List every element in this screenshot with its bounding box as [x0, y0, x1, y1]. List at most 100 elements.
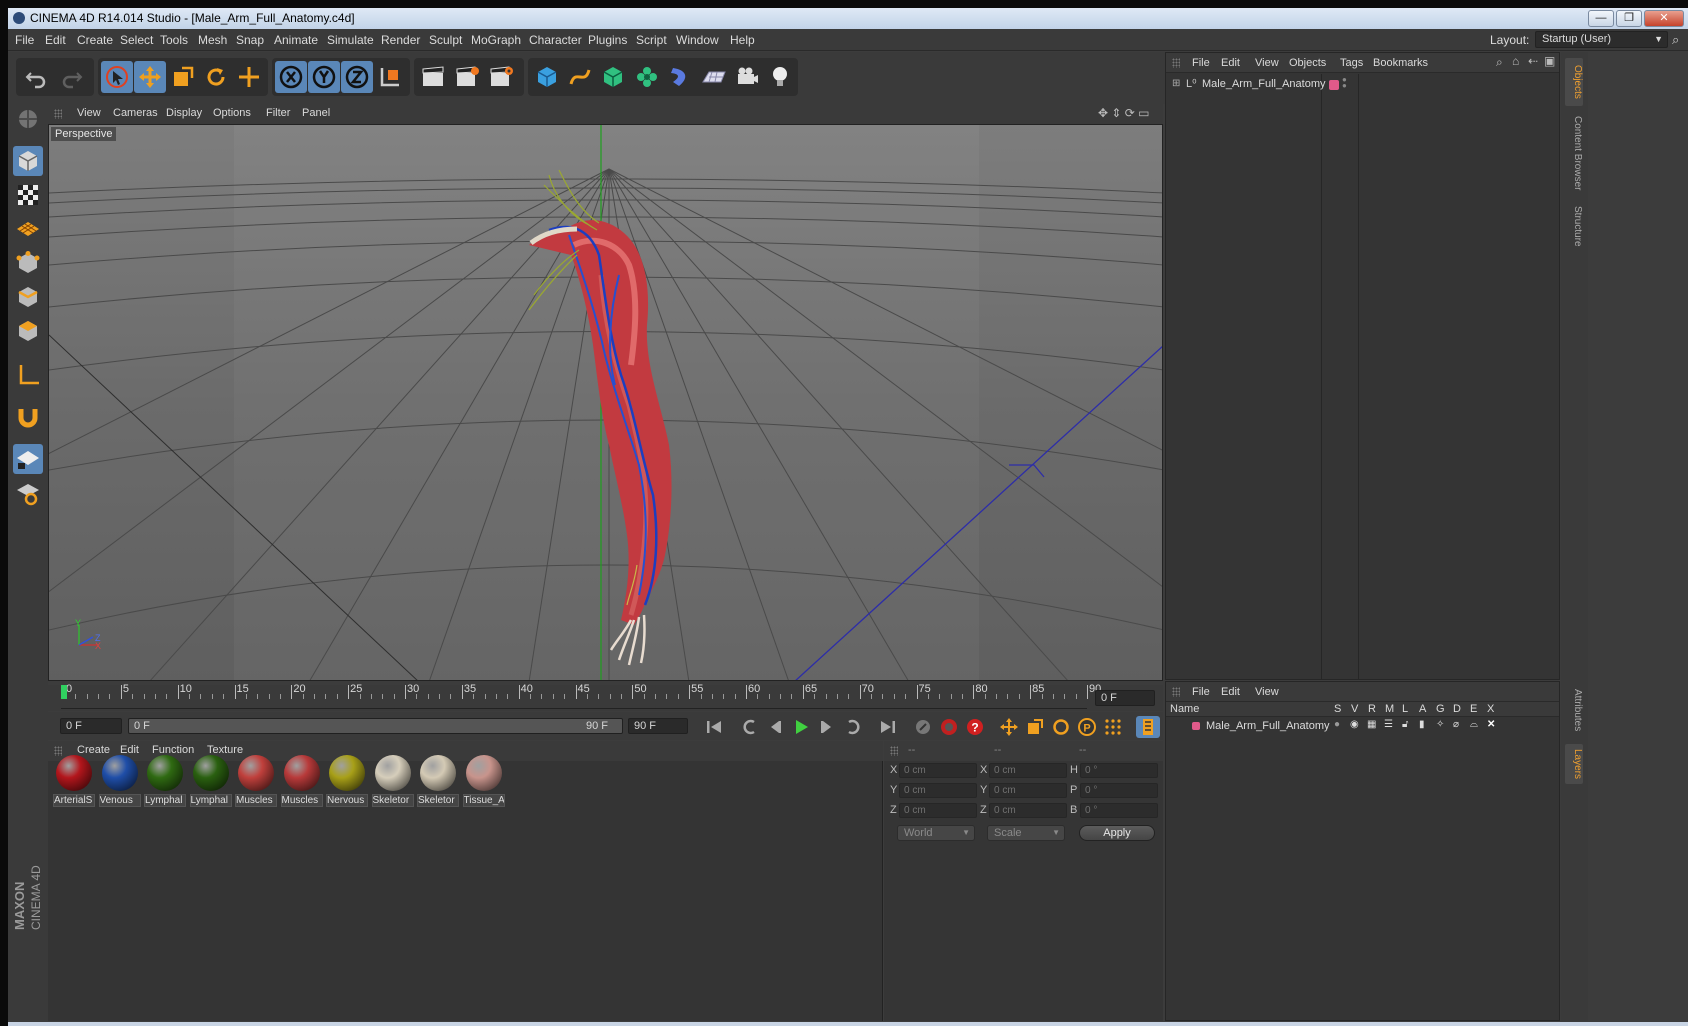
generator-icon[interactable]: ✧ — [1436, 719, 1444, 730]
menu-mesh[interactable]: Mesh — [198, 33, 227, 47]
column-manager[interactable]: M — [1385, 703, 1394, 715]
material-swatch[interactable]: Muscles — [235, 753, 277, 807]
play-button[interactable] — [789, 716, 813, 738]
rot-h-field[interactable]: 0 ° — [1080, 763, 1158, 778]
rot-b-field[interactable]: 0 ° — [1080, 803, 1158, 818]
column-xref[interactable]: X — [1487, 703, 1494, 715]
key-rotation-button[interactable] — [1049, 716, 1073, 738]
start-frame-field[interactable]: 0 F — [60, 718, 122, 734]
next-key-button[interactable] — [841, 716, 865, 738]
model-mode-button[interactable] — [13, 146, 43, 176]
layers-menu-view[interactable]: View — [1255, 686, 1279, 698]
animation-icon[interactable]: ▮ — [1419, 719, 1425, 730]
column-expressions[interactable]: E — [1470, 703, 1477, 715]
points-mode-button[interactable] — [13, 248, 43, 278]
close-button[interactable]: ✕ — [1644, 10, 1684, 27]
objects-menu-objects[interactable]: Objects — [1289, 57, 1326, 69]
snap-button[interactable] — [13, 402, 43, 432]
viewport-menu-display[interactable]: Display — [166, 107, 202, 119]
render-view-button[interactable] — [417, 61, 449, 93]
viewport-menu-filter[interactable]: Filter — [266, 107, 290, 119]
column-locked[interactable]: L — [1402, 703, 1408, 715]
layers-menu-file[interactable]: File — [1192, 686, 1210, 698]
viewport-menu-view[interactable]: View — [77, 107, 101, 119]
floor-object-button[interactable] — [698, 61, 730, 93]
objects-menu-edit[interactable]: Edit — [1221, 57, 1240, 69]
key-position-button[interactable] — [997, 716, 1021, 738]
add-tool-button[interactable] — [233, 61, 265, 93]
previous-frame-button[interactable] — [763, 716, 787, 738]
eye-icon[interactable]: ◉ — [1350, 719, 1359, 730]
go-to-end-button[interactable] — [876, 716, 900, 738]
timeline-ruler[interactable]: 0 5 10 15 20 25 30 35 40 45 50 55 60 65 70 75 80 85 90 0 F — [48, 683, 1163, 711]
menu-plugins[interactable]: Plugins — [588, 33, 627, 47]
xref-icon[interactable]: ✕ — [1487, 719, 1495, 730]
visibility-dots-icon[interactable]: ● ● — [1342, 76, 1347, 90]
minimize-button[interactable]: — — [1588, 10, 1614, 27]
menu-character[interactable]: Character — [529, 33, 582, 47]
column-deformers[interactable]: D — [1453, 703, 1461, 715]
pos-x-field[interactable]: 0 cm — [899, 763, 977, 778]
objects-menu-file[interactable]: File — [1192, 57, 1210, 69]
tab-attributes[interactable]: Attributes — [1565, 680, 1583, 740]
menu-animate[interactable]: Animate — [274, 33, 318, 47]
end-frame-field[interactable]: 90 F — [628, 718, 688, 734]
layer-row[interactable]: Male_Arm_Full_Anatomy ● ◉ ▦ ☰ 🔓︎ ▮ ✧ ⌀ ⌓… — [1168, 719, 1556, 734]
current-frame-field[interactable]: 0 F — [1095, 690, 1155, 706]
pos-y-field[interactable]: 0 cm — [899, 783, 977, 798]
column-solo[interactable]: S — [1334, 703, 1341, 715]
coordinate-system-button[interactable] — [374, 61, 406, 93]
material-swatch[interactable]: Lymphal — [189, 753, 232, 807]
keyframe-selection-button[interactable]: ? — [963, 716, 987, 738]
material-swatch[interactable]: Venous — [98, 753, 141, 807]
menu-tools[interactable]: Tools — [160, 33, 188, 47]
deformer-button[interactable] — [664, 61, 696, 93]
rotate-tool-button[interactable] — [200, 61, 232, 93]
render-settings-button[interactable] — [485, 61, 517, 93]
viewport-menu-cameras[interactable]: Cameras — [113, 107, 158, 119]
make-editable-button[interactable] — [13, 104, 43, 134]
size-x-field[interactable]: 0 cm — [989, 763, 1067, 778]
z-axis-button[interactable] — [341, 61, 373, 93]
object-row[interactable]: ⊞ L⁰ Male_Arm_Full_Anatomy ● ● — [1168, 76, 1556, 93]
spline-object-button[interactable] — [564, 61, 596, 93]
grip-handle[interactable] — [890, 746, 898, 756]
perspective-viewport[interactable]: Perspective Y Z X — [48, 124, 1163, 681]
manager-icon[interactable]: ☰ — [1384, 719, 1393, 730]
subdivision-surface-button[interactable] — [597, 61, 629, 93]
layout-dropdown[interactable]: Startup (User) ▼ — [1535, 31, 1668, 48]
viewport-menu-options[interactable]: Options — [213, 107, 251, 119]
grip-handle[interactable] — [54, 109, 62, 119]
y-axis-button[interactable] — [308, 61, 340, 93]
layers-menu-edit[interactable]: Edit — [1221, 686, 1240, 698]
layer-color-swatch[interactable] — [1329, 80, 1339, 90]
apply-button[interactable]: Apply — [1079, 825, 1155, 841]
expand-icon[interactable]: ⊞ — [1172, 78, 1180, 89]
undo-button[interactable] — [20, 61, 52, 93]
menu-file[interactable]: File — [15, 33, 34, 47]
material-swatch[interactable]: Nervous — [326, 753, 368, 807]
tab-objects[interactable]: Objects — [1565, 58, 1583, 106]
column-render[interactable]: R — [1368, 703, 1376, 715]
objects-menu-bookmarks[interactable]: Bookmarks — [1373, 57, 1428, 69]
menu-render[interactable]: Render — [381, 33, 420, 47]
back-icon[interactable]: ⇠ — [1528, 54, 1538, 68]
material-swatch[interactable]: Tissue_A — [462, 753, 505, 807]
workplane-lock-button[interactable] — [13, 444, 43, 474]
menu-help[interactable]: Help — [730, 33, 755, 47]
material-swatch[interactable]: Lymphal — [144, 753, 186, 807]
menu-mograph[interactable]: MoGraph — [471, 33, 521, 47]
scale-tool-button[interactable] — [167, 61, 199, 93]
render-picture-viewer-button[interactable] — [451, 61, 483, 93]
column-generators[interactable]: G — [1436, 703, 1445, 715]
restore-button[interactable]: ❐ — [1616, 10, 1642, 27]
redo-button[interactable] — [56, 61, 88, 93]
solo-icon[interactable]: ● — [1334, 719, 1340, 730]
deformer-icon[interactable]: ⌀ — [1453, 719, 1459, 730]
coordinate-space-dropdown[interactable]: World ▼ — [897, 825, 975, 841]
search-icon[interactable]: ⌕ — [1672, 32, 1679, 48]
record-keys-button[interactable] — [911, 716, 935, 738]
objects-menu-view[interactable]: View — [1255, 57, 1279, 69]
viewport-nav-icons[interactable]: ✥ ⇕ ⟳ ▭ — [1098, 106, 1150, 120]
menu-create[interactable]: Create — [77, 33, 113, 47]
